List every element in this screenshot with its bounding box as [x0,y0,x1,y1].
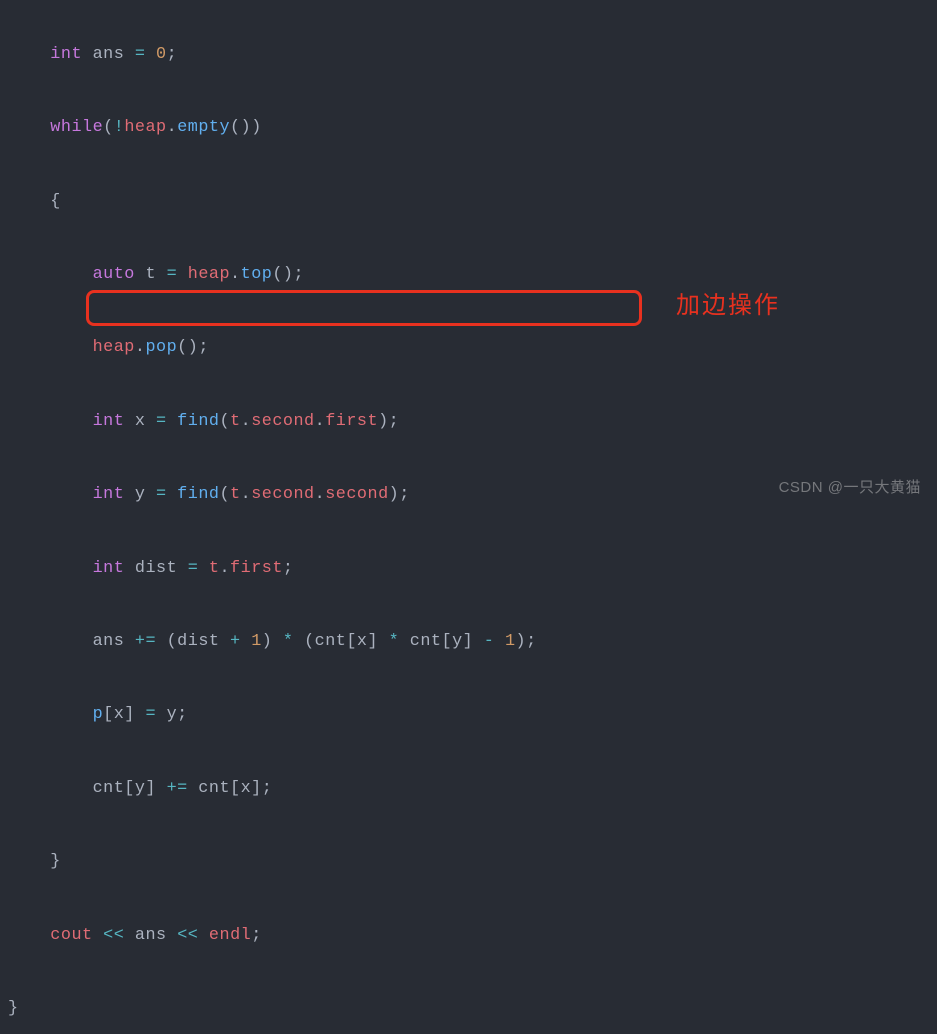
code-line-12: } [8,844,937,881]
code-line-10: p[x] = y; [8,697,937,734]
watermark: CSDN @一只大黄猫 [779,470,921,507]
code-line-1: int ans = 0; [8,37,937,74]
annotation-label: 加边操作 [676,288,780,325]
code-line-4: auto t = heap.top(); [8,257,937,294]
code-line-2: while(!heap.empty()) [8,110,937,147]
code-line-13: cout << ans << endl; [8,918,937,955]
code-block: int ans = 0; while(!heap.empty()) { auto… [0,0,937,1034]
code-line-8: int dist = t.first; [8,551,937,588]
code-line-11: cnt[y] += cnt[x]; [8,771,937,808]
code-line-5: heap.pop(); [8,330,937,367]
code-line-14: } [8,991,937,1028]
code-line-9: ans += (dist + 1) * (cnt[x] * cnt[y] - 1… [8,624,937,661]
code-line-3: { [8,184,937,221]
code-line-6: int x = find(t.second.first); [8,404,937,441]
